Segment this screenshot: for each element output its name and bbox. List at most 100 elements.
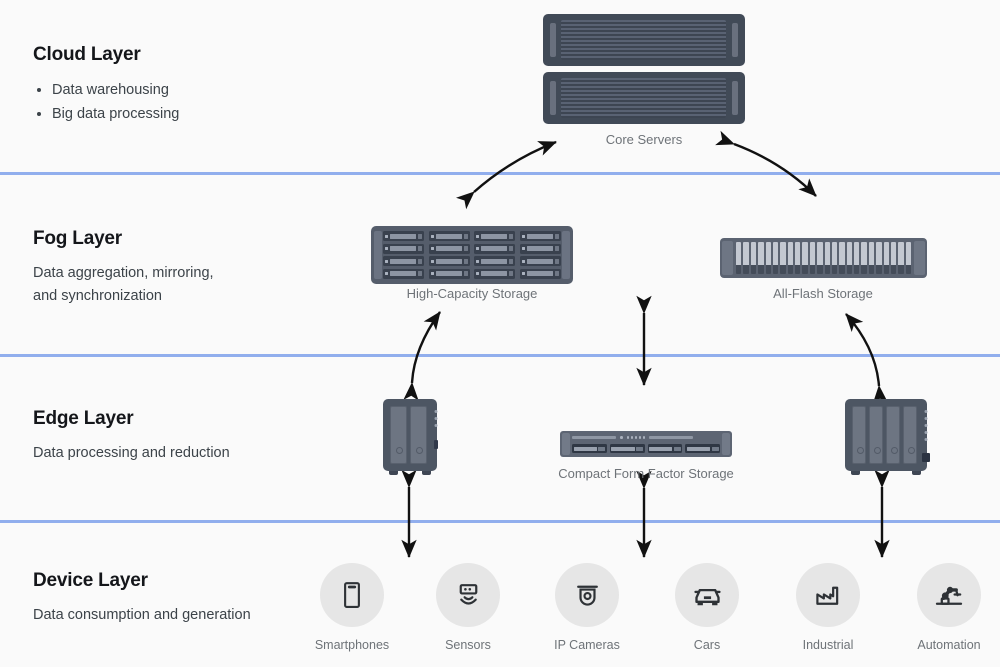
edge-nas-right-graphic [845, 399, 930, 475]
architecture-diagram: Cloud Layer Data warehousing Big data pr… [0, 0, 1000, 667]
rack-ear [562, 231, 570, 279]
drive-bay [474, 268, 516, 279]
drive-bay [410, 406, 427, 464]
drive-bay [474, 231, 516, 241]
device-icon-circle [675, 563, 739, 627]
rack-ear [562, 433, 570, 455]
drive-bay [428, 243, 470, 254]
drive-bay [519, 268, 561, 279]
robot-arm-icon [935, 586, 963, 605]
device-ip-cameras[interactable]: IP Cameras [532, 563, 642, 652]
device-layer-text: Device Layer Data consumption and genera… [33, 570, 251, 627]
high-capacity-storage-graphic [371, 226, 573, 284]
front-panel-trim [572, 434, 720, 441]
drive-bay [383, 268, 424, 279]
disk-array-icon [371, 226, 573, 284]
edge-layer-text: Edge Layer Data processing and reduction [33, 408, 230, 465]
device-automation[interactable]: Automation [894, 563, 1000, 652]
cloud-layer-bullets: Data warehousing Big data processing [33, 78, 179, 127]
fog-layer-subtitle-line2: and synchronization [33, 288, 162, 305]
drive-bay [383, 231, 424, 241]
drive-bay [869, 406, 883, 464]
list-item: Data warehousing [33, 78, 179, 102]
bay-row [383, 256, 561, 267]
rack-handle [732, 81, 738, 115]
drive-bay [852, 406, 866, 464]
device-icon-circle [796, 563, 860, 627]
drive-bay [685, 444, 720, 453]
drive-bay [519, 256, 561, 267]
drive-bay [383, 256, 424, 267]
status-led-icon [924, 410, 927, 441]
compact-storage-icon [560, 431, 732, 457]
nas-4bay-icon [845, 399, 930, 471]
high-capacity-storage-label: High-Capacity Storage [406, 286, 538, 301]
device-label: Sensors [445, 638, 491, 652]
usb-port-icon [433, 440, 438, 449]
sensor-icon [459, 583, 477, 605]
rack-ear [914, 241, 925, 275]
bay-row [383, 231, 561, 241]
dome-camera-icon [576, 585, 598, 606]
rack-ear [722, 241, 733, 275]
compact-form-factor-storage-label: Compact Form Factor Storage [558, 466, 734, 481]
flash-array-icon [720, 238, 927, 278]
edge-layer-title: Edge Layer [33, 408, 134, 429]
nas-feet [845, 471, 927, 475]
list-item: Big data processing [33, 102, 179, 126]
device-label: Smartphones [314, 638, 390, 652]
drive-bay [428, 268, 470, 279]
rack-unit [543, 72, 745, 124]
device-label: IP Cameras [554, 638, 620, 652]
cloud-layer-text: Cloud Layer Data warehousing Big data pr… [33, 44, 179, 127]
rack-handle [550, 23, 556, 57]
device-label: Cars [693, 638, 721, 652]
rack-handle [732, 23, 738, 57]
nas-side-panel [433, 399, 438, 471]
nas-bays [845, 399, 924, 471]
rack-vents [561, 20, 726, 60]
layer-divider-edge-device [0, 520, 1000, 523]
drive-bay [903, 406, 917, 464]
layer-divider-cloud-fog [0, 172, 1000, 175]
core-servers-label: Core Servers [605, 132, 683, 147]
bay-row [383, 268, 561, 279]
drive-bay [519, 231, 561, 241]
rack-ear [722, 433, 730, 455]
rack-unit [543, 14, 745, 66]
bay-row [572, 444, 720, 453]
all-flash-storage-label: All-Flash Storage [773, 286, 873, 301]
car-icon [693, 588, 721, 605]
usb-port-icon [921, 453, 930, 462]
device-layer-title: Device Layer [33, 570, 148, 591]
drive-bay [609, 444, 645, 453]
nas-bays [383, 399, 434, 471]
bay-row [383, 243, 561, 254]
device-industrial[interactable]: Industrial [773, 563, 883, 652]
drive-bay [428, 231, 470, 241]
device-icon-circle [320, 563, 384, 627]
fog-layer-subtitle-line1: Data aggregation, mirroring, [33, 265, 214, 281]
core-servers-graphic [543, 14, 745, 124]
layer-divider-fog-edge [0, 354, 1000, 357]
drive-bay [390, 406, 407, 464]
compact-form-factor-storage-graphic [560, 431, 732, 457]
device-cars[interactable]: Cars [652, 563, 762, 652]
all-flash-storage-graphic [720, 238, 927, 278]
factory-icon [815, 586, 838, 605]
device-sensors[interactable]: Sensors [413, 563, 523, 652]
nas-side-panel [921, 399, 930, 471]
drive-bay [474, 243, 516, 254]
status-led-icon [434, 410, 437, 427]
drive-bay [647, 444, 683, 453]
drive-bay [886, 406, 900, 464]
smartphone-icon [344, 582, 360, 608]
rack-ear [374, 231, 382, 279]
device-smartphones[interactable]: Smartphones [297, 563, 407, 652]
device-icon-circle [436, 563, 500, 627]
fog-layer-text: Fog Layer Data aggregation, mirroring, a… [33, 228, 214, 309]
device-layer-subtitle: Data consumption and generation [33, 607, 251, 623]
cloud-layer-title: Cloud Layer [33, 44, 141, 65]
device-icon-circle [555, 563, 619, 627]
rack-handle [550, 81, 556, 115]
